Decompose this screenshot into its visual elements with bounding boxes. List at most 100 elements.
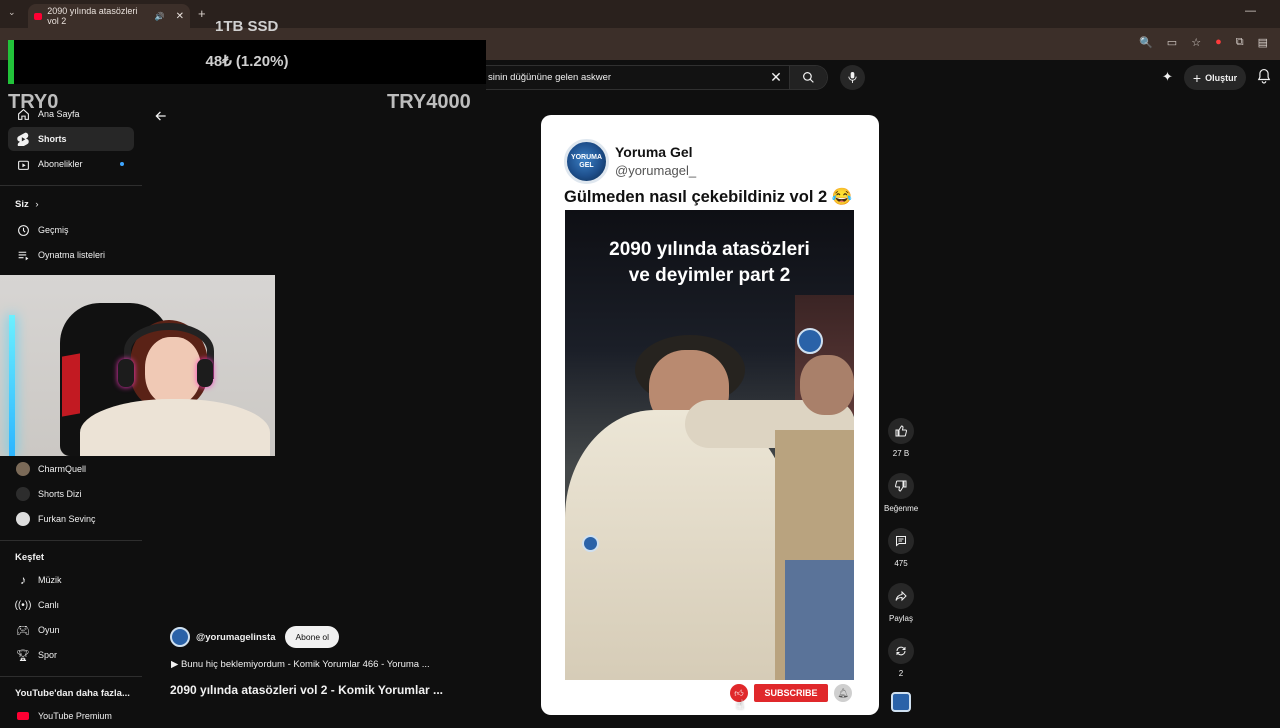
short-video-card[interactable]: YORUMA GEL Yoruma Gel @yorumagel_ Gülmed… [541, 115, 879, 715]
remix-icon [888, 638, 914, 664]
short-title: 2090 yılında atasözleri vol 2 - Komik Yo… [170, 683, 443, 697]
clear-search-icon[interactable]: ✕ [763, 69, 789, 86]
channel-avatar-icon[interactable] [170, 627, 190, 647]
sidebar-item-youtube-premium[interactable]: YouTube Premium [8, 704, 134, 728]
sidebar-item-label: CharmQuell [38, 464, 87, 474]
streamer-sweater [80, 399, 270, 456]
browser-extension-icons: 🔍 ▭ ☆ ● ⧉ ▤ [1139, 36, 1268, 49]
headset-left-cup [118, 359, 134, 387]
create-label: Oluştur [1205, 72, 1238, 83]
create-button[interactable]: + Oluştur [1184, 65, 1246, 90]
share-label: Paylaş [888, 614, 913, 623]
you-section-heading[interactable]: Siz › [15, 199, 39, 210]
sidebar-channel-furkan-sevinc[interactable]: Furkan Sevinç [8, 507, 134, 531]
avatar-logo-text: YORUMA GEL [570, 153, 603, 169]
sidebar-item-playlists[interactable]: Oynatma listeleri [8, 243, 134, 267]
sidebar-item-live[interactable]: ((•)) Canlı [8, 593, 134, 617]
sidebar-item-label: Geçmiş [38, 225, 69, 235]
extensions-icon[interactable]: ⧉ [1236, 36, 1244, 49]
sidebar-item-label: Shorts [38, 134, 67, 144]
voice-search-button[interactable] [840, 65, 865, 90]
sidebar-item-label: Ana Sayfa [38, 109, 80, 119]
sidebar-item-subscriptions[interactable]: Abonelikler [8, 152, 134, 176]
subscribe-overlay-button[interactable]: SUBSCRIBE [754, 684, 828, 702]
history-icon [8, 224, 38, 237]
sidebar-channel-shorts-dizi[interactable]: Shorts Dizi [8, 482, 134, 506]
sidebar-item-label: Oyun [38, 625, 60, 635]
sidebar-item-shorts[interactable]: Shorts [8, 127, 134, 151]
bookmark-star-icon[interactable]: ☆ [1191, 36, 1201, 49]
sidebar-item-label: Spor [38, 650, 58, 660]
channel-avatar [16, 487, 30, 501]
bell-overlay-icon[interactable]: 🔔︎ [834, 684, 852, 702]
extension-puzzle-icon[interactable]: ✦ [1162, 69, 1173, 85]
subscribe-button[interactable]: Abone ol [285, 626, 340, 648]
tab-close-icon[interactable]: ✕ [176, 11, 184, 22]
sidebar-divider [0, 185, 142, 186]
video-overlay-title: 2090 yılında atasözleri ve deyimler part… [565, 237, 854, 289]
browser-tab-active[interactable]: 2090 yılında atasözleri vol 2 🔊 ✕ [28, 4, 190, 28]
live-icon: ((•)) [14, 599, 32, 611]
channel-row: @yorumagelinsta Abone ol [170, 626, 340, 648]
sidebar-item-home[interactable]: Ana Sayfa [8, 102, 134, 126]
more-from-youtube-heading: YouTube'dan daha fazla... [15, 688, 130, 699]
search-button[interactable] [789, 66, 827, 89]
headset-right-cup [197, 359, 213, 387]
sidebar-channel-charmquell[interactable]: CharmQuell [8, 457, 134, 481]
led-light-strip [9, 315, 15, 456]
sidebar-item-gaming[interactable]: 🎮︎ Oyun [8, 618, 134, 642]
comment-icon [888, 528, 914, 554]
dislike-button[interactable]: Beğenme [884, 473, 918, 513]
subscribe-overlay: 👍︎ SUBSCRIBE 🔔︎ ☝︎ [728, 683, 858, 712]
music-note-icon: ♪ [20, 573, 26, 587]
youtube-favicon-icon [34, 12, 43, 20]
new-tab-icon[interactable]: + [198, 6, 206, 21]
sidebar-item-sports[interactable]: 🏆︎ Spor [8, 643, 134, 667]
man-right-face [800, 355, 854, 415]
yoruma-gel-avatar: YORUMA GEL [564, 139, 609, 184]
zoom-icon[interactable]: 🔍 [1139, 36, 1153, 49]
post-author-handle: @yorumagel_ [615, 163, 697, 178]
browser-tabstrip: ⌄ 2090 yılında atasözleri vol 2 🔊 ✕ + — [0, 0, 1280, 28]
search-icon [803, 72, 814, 83]
mouse-cursor-icon: ☝︎ [736, 697, 744, 712]
playlists-icon [8, 249, 38, 262]
sidebar-item-label: Shorts Dizi [38, 489, 82, 499]
share-button[interactable]: Paylaş [884, 583, 918, 623]
gaming-controller-icon: 🎮︎ [16, 624, 30, 637]
side-panel-icon[interactable]: ▤ [1258, 36, 1268, 49]
shorts-icon [8, 132, 38, 146]
cast-icon[interactable]: ▭ [1167, 36, 1177, 49]
channel-avatar [16, 462, 30, 476]
youtube-premium-icon [17, 712, 29, 720]
tab-title: 2090 yılında atasözleri vol 2 [47, 6, 138, 26]
subscriptions-icon [8, 158, 38, 171]
sidebar-item-label: Furkan Sevinç [38, 514, 96, 524]
back-arrow-icon[interactable] [154, 109, 168, 128]
thumbs-down-icon [888, 473, 914, 499]
dislike-label: Beğenme [884, 504, 919, 513]
sidebar-item-history[interactable]: Geçmiş [8, 218, 134, 242]
linked-video-link[interactable]: ▶ Bunu hiç beklemiyordum - Komik Yorumla… [171, 659, 430, 670]
comment-count: 475 [894, 559, 908, 568]
video-title-line-1: 2090 yılında atasözleri [609, 239, 810, 260]
share-arrow-icon [888, 583, 914, 609]
webcam-overlay [0, 275, 275, 456]
sidebar-item-music[interactable]: ♪ Müzik [8, 568, 134, 592]
channel-avatar [16, 512, 30, 526]
tab-list-chevron-icon[interactable]: ⌄ [8, 7, 16, 18]
search-input[interactable]: sinin düğününe gelen askwer [486, 72, 763, 83]
remix-button[interactable]: 2 [884, 638, 918, 678]
like-button[interactable]: 27 B [884, 418, 918, 458]
sidebar-item-label: Abonelikler [38, 159, 83, 169]
channel-handle[interactable]: @yorumagelinsta [196, 632, 275, 643]
comments-button[interactable]: 475 [884, 528, 918, 568]
extension-record-icon[interactable]: ● [1215, 36, 1222, 49]
search-bar[interactable]: sinin düğününe gelen askwer ✕ [486, 65, 828, 90]
man-right-jeans [785, 560, 854, 680]
video-frame[interactable]: 2090 yılında atasözleri ve deyimler part… [565, 210, 854, 680]
sound-source-avatar-icon[interactable] [891, 692, 911, 712]
minimize-window-icon[interactable]: — [1245, 5, 1256, 17]
tab-audio-icon[interactable]: 🔊 [155, 12, 165, 21]
notifications-bell-icon[interactable] [1257, 68, 1271, 89]
